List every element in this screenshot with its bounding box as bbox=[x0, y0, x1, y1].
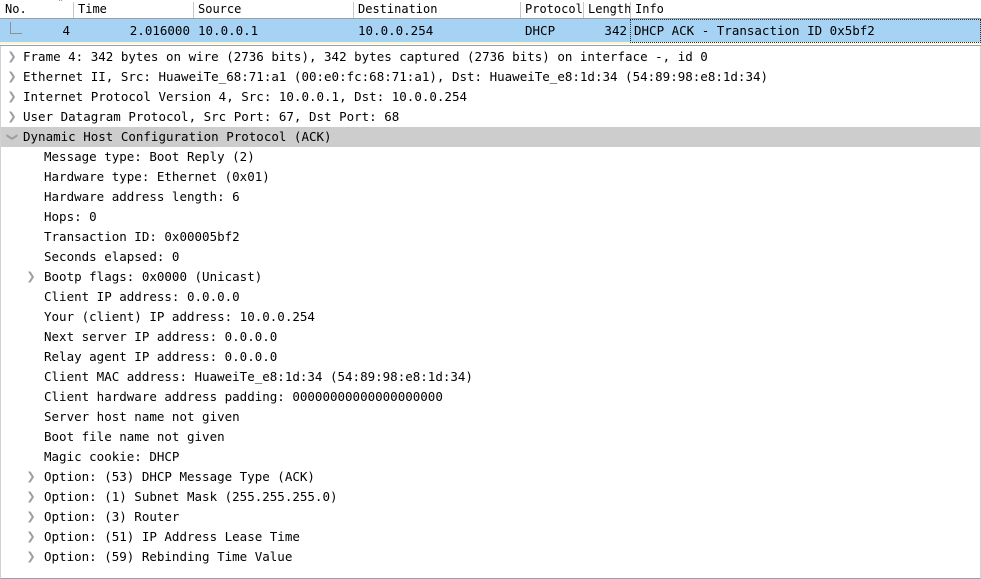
detail-row[interactable]: Seconds elapsed: 0 bbox=[1, 247, 980, 267]
detail-row-label: Dynamic Host Configuration Protocol (ACK… bbox=[23, 129, 332, 144]
detail-row[interactable]: Magic cookie: DHCP bbox=[1, 447, 980, 467]
detail-row[interactable]: Transaction ID: 0x00005bf2 bbox=[1, 227, 980, 247]
packet-cell-length[interactable]: 342 bbox=[583, 19, 630, 42]
column-header-length[interactable]: Length bbox=[583, 0, 630, 18]
detail-row-label: Boot file name not given bbox=[44, 429, 225, 444]
detail-row[interactable]: Client IP address: 0.0.0.0 bbox=[1, 287, 980, 307]
detail-row-label: Message type: Boot Reply (2) bbox=[44, 149, 255, 164]
column-header-time[interactable]: Time bbox=[73, 0, 193, 18]
column-divider-info[interactable] bbox=[630, 2, 631, 18]
detail-row-label: Option: (59) Rebinding Time Value bbox=[44, 549, 293, 564]
chevron-right-icon[interactable]: ❯ bbox=[5, 87, 19, 107]
detail-row[interactable]: ❯ Bootp flags: 0x0000 (Unicast) bbox=[1, 267, 980, 287]
packet-list-pane: No. ˄ Time Source Destination Protocol Length I… bbox=[0, 0, 981, 46]
detail-row[interactable]: Hardware type: Ethernet (0x01) bbox=[1, 167, 980, 187]
chevron-right-icon[interactable]: ❯ bbox=[24, 487, 38, 507]
detail-row-label: Transaction ID: 0x00005bf2 bbox=[44, 229, 240, 244]
packet-cell-info[interactable]: DHCP ACK - Transaction ID 0x5bf2 bbox=[630, 19, 981, 43]
detail-row-label: User Datagram Protocol, Src Port: 67, Ds… bbox=[23, 109, 400, 124]
detail-row-label: Magic cookie: DHCP bbox=[44, 449, 180, 464]
detail-row[interactable]: Client hardware address padding: 0000000… bbox=[1, 387, 980, 407]
detail-row-label: Internet Protocol Version 4, Src: 10.0.0… bbox=[23, 89, 468, 104]
column-divider-time[interactable] bbox=[73, 2, 74, 18]
detail-row[interactable]: ❯ Frame 4: 342 bytes on wire (2736 bits),… bbox=[1, 47, 980, 67]
detail-row-label: Client hardware address padding: 0000000… bbox=[44, 389, 443, 404]
chevron-right-icon[interactable]: ❯ bbox=[24, 507, 38, 527]
detail-row-label: Client MAC address: HuaweiTe_e8:1d:34 (5… bbox=[44, 369, 473, 384]
packet-cell-destination[interactable]: 10.0.0.254 bbox=[353, 19, 520, 42]
detail-row[interactable]: Client MAC address: HuaweiTe_e8:1d:34 (5… bbox=[1, 367, 980, 387]
chevron-right-icon[interactable]: ❯ bbox=[24, 467, 38, 487]
column-header-protocol[interactable]: Protocol bbox=[520, 0, 583, 18]
column-divider-protocol[interactable] bbox=[520, 2, 521, 18]
packet-cell-protocol[interactable]: DHCP bbox=[520, 19, 583, 42]
detail-row[interactable]: Next server IP address: 0.0.0.0 bbox=[1, 327, 980, 347]
detail-row-label: Hardware address length: 6 bbox=[44, 189, 240, 204]
chevron-right-icon[interactable]: ❯ bbox=[24, 547, 38, 567]
detail-row-label: Your (client) IP address: 10.0.0.254 bbox=[44, 309, 315, 324]
packet-list-row[interactable]: 4 2.016000 10.0.0.1 10.0.0.254 DHCP 342 DHCP A… bbox=[0, 19, 981, 44]
packet-details-pane[interactable]: ❯ Frame 4: 342 bytes on wire (2736 bits),… bbox=[0, 46, 981, 579]
column-divider-destination[interactable] bbox=[353, 2, 354, 18]
detail-row-label: Option: (3) Router bbox=[44, 509, 180, 524]
detail-row[interactable]: ❯ Option: (59) Rebinding Time Value bbox=[1, 547, 980, 567]
detail-row[interactable]: Your (client) IP address: 10.0.0.254 bbox=[1, 307, 980, 327]
detail-row-label: Hardware type: Ethernet (0x01) bbox=[44, 169, 270, 184]
detail-row-label: Seconds elapsed: 0 bbox=[44, 249, 180, 264]
chevron-right-icon[interactable]: ❯ bbox=[5, 107, 19, 127]
detail-row[interactable]: ❯ Ethernet II, Src: HuaweiTe_68:71:a1 (00… bbox=[1, 67, 980, 87]
detail-row-label: Relay agent IP address: 0.0.0.0 bbox=[44, 349, 278, 364]
column-header-destination[interactable]: Destination bbox=[353, 0, 520, 18]
detail-row-label: Option: (51) IP Address Lease Time bbox=[44, 529, 300, 544]
detail-row-label: Server host name not given bbox=[44, 409, 240, 424]
packet-cell-time[interactable]: 2.016000 bbox=[73, 19, 193, 42]
detail-row[interactable]: Hardware address length: 6 bbox=[1, 187, 980, 207]
caret-up-icon: ˄ bbox=[58, 0, 63, 9]
detail-row-label: Option: (53) DHCP Message Type (ACK) bbox=[44, 469, 315, 484]
detail-row-label: Client IP address: 0.0.0.0 bbox=[44, 289, 240, 304]
column-header-info[interactable]: Info bbox=[630, 0, 981, 18]
packet-cell-source[interactable]: 10.0.0.1 bbox=[193, 19, 353, 42]
wireshark-window: No. ˄ Time Source Destination Protocol Length I… bbox=[0, 0, 981, 579]
detail-row[interactable]: ❯ Option: (3) Router bbox=[1, 507, 980, 527]
detail-row[interactable]: ❯ Option: (1) Subnet Mask (255.255.255.0) bbox=[1, 487, 980, 507]
chevron-down-icon[interactable]: ❯ bbox=[2, 130, 22, 144]
chevron-right-icon[interactable]: ❯ bbox=[24, 527, 38, 547]
detail-row[interactable]: ❯ User Datagram Protocol, Src Port: 67, D… bbox=[1, 107, 980, 127]
chevron-right-icon[interactable]: ❯ bbox=[5, 67, 19, 87]
packet-list-header[interactable]: No. ˄ Time Source Destination Protocol Length I… bbox=[0, 0, 981, 19]
chevron-right-icon[interactable]: ❯ bbox=[5, 47, 19, 67]
detail-row[interactable]: ❯ Option: (51) IP Address Lease Time bbox=[1, 527, 980, 547]
detail-row[interactable]: Hops: 0 bbox=[1, 207, 980, 227]
detail-row[interactable]: Relay agent IP address: 0.0.0.0 bbox=[1, 347, 980, 367]
detail-row[interactable]: ❯ Dynamic Host Configuration Protocol (AC… bbox=[1, 127, 980, 147]
detail-row[interactable]: Message type: Boot Reply (2) bbox=[1, 147, 980, 167]
detail-row[interactable]: Boot file name not given bbox=[1, 427, 980, 447]
chevron-right-icon[interactable]: ❯ bbox=[24, 267, 38, 287]
detail-row-label: Next server IP address: 0.0.0.0 bbox=[44, 329, 278, 344]
detail-row-label: Option: (1) Subnet Mask (255.255.255.0) bbox=[44, 489, 338, 504]
detail-row[interactable]: ❯ Option: (53) DHCP Message Type (ACK) bbox=[1, 467, 980, 487]
detail-row[interactable]: Server host name not given bbox=[1, 407, 980, 427]
detail-row[interactable]: ❯ Internet Protocol Version 4, Src: 10.0.… bbox=[1, 87, 980, 107]
packet-cell-no[interactable]: 4 bbox=[0, 19, 73, 42]
column-header-source[interactable]: Source bbox=[193, 0, 353, 18]
column-divider-source[interactable] bbox=[193, 2, 194, 18]
detail-row-label: Frame 4: 342 bytes on wire (2736 bits), … bbox=[23, 49, 708, 64]
column-divider-length[interactable] bbox=[583, 2, 584, 18]
detail-row-label: Bootp flags: 0x0000 (Unicast) bbox=[44, 269, 263, 284]
detail-row-label: Hops: 0 bbox=[44, 209, 97, 224]
detail-row-label: Ethernet II, Src: HuaweiTe_68:71:a1 (00:… bbox=[23, 69, 769, 84]
